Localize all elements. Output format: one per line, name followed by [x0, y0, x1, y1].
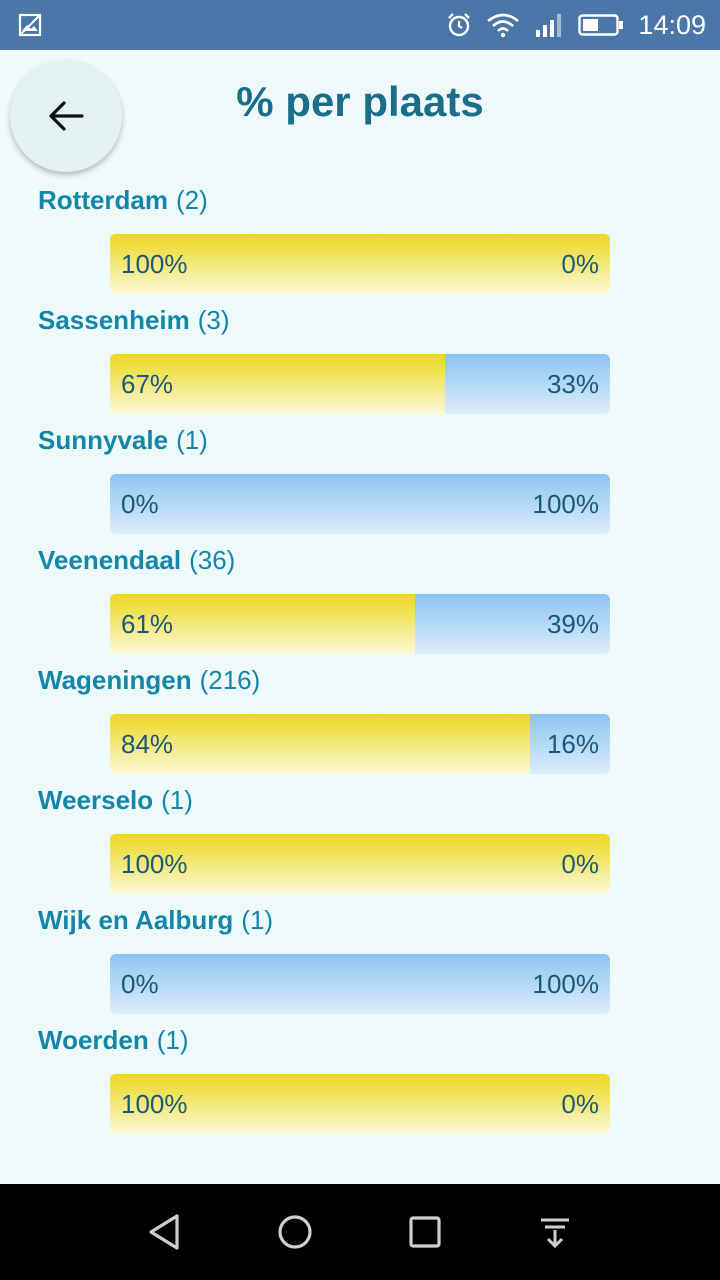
percentage-bar: 100% 0%: [110, 234, 610, 294]
place-list[interactable]: 100% 0% Rotterdam(2) 100% 0% Sassenheim(3) 67%…: [0, 182, 720, 1184]
status-bar: 14:09: [0, 0, 720, 50]
place-count: (36): [189, 545, 236, 575]
home-circle-icon: [278, 1215, 312, 1249]
image-icon: [18, 13, 42, 37]
back-triangle-icon: [149, 1214, 179, 1250]
list-item: Weerselo (1) 100% 0%: [0, 779, 720, 899]
place-label: Veenendaal (36): [38, 545, 235, 576]
alarm-icon: [448, 13, 471, 37]
list-item: Sassenheim (3) 67% 33%: [0, 299, 720, 419]
percentage-right: 16%: [546, 728, 599, 759]
place-count: (216): [199, 665, 261, 695]
percentage-bar: 67% 33%: [110, 354, 610, 414]
place-label: Wijk en Aalburg (1): [38, 905, 273, 936]
list-item: Wageningen (216) 84% 16%: [0, 659, 720, 779]
percentage-left: 100%: [121, 1088, 188, 1119]
percentage-right: 0%: [561, 248, 599, 279]
percentage-bar: 100% 0%: [110, 1074, 610, 1134]
list-item: Rotterdam (2) 100% 0%: [0, 182, 720, 299]
percentage-right: 100%: [532, 488, 600, 519]
percentage-left: 67%: [121, 368, 174, 399]
recents-square-icon: [409, 1216, 441, 1248]
status-time: 14:09: [638, 9, 706, 40]
signal-icon: [536, 14, 562, 37]
percentage-left: 84%: [121, 728, 174, 759]
wifi-icon: [487, 13, 520, 38]
percentage-right: 39%: [546, 608, 599, 639]
nav-home-button[interactable]: [265, 1202, 325, 1262]
place-label: Weerselo (1): [38, 785, 193, 816]
percentage-right: 100%: [532, 968, 600, 999]
place-name: Veenendaal: [38, 545, 182, 575]
place-label: Rotterdam (2): [38, 185, 208, 216]
percentage-left: 0%: [121, 488, 159, 519]
percentage-left: 0%: [121, 968, 159, 999]
battery-icon: [578, 14, 624, 36]
place-count: (2): [176, 185, 208, 215]
place-name: Sunnyvale: [38, 425, 169, 455]
percentage-right: 0%: [561, 848, 599, 879]
place-name: Wijk en Aalburg: [38, 905, 234, 935]
nav-recents-button[interactable]: [395, 1202, 455, 1262]
percentage-bar: 100% 0%: [110, 834, 610, 894]
percentage-bar: 0% 100%: [110, 954, 610, 1014]
place-name: Weerselo: [38, 785, 154, 815]
place-label: Wageningen (216): [38, 665, 260, 696]
percentage-left: 100%: [121, 848, 188, 879]
place-name: Wageningen: [38, 665, 192, 695]
nav-back-button[interactable]: [135, 1202, 195, 1262]
place-name: Woerden: [38, 1025, 149, 1055]
percentage-left: 61%: [121, 608, 174, 639]
arrow-left-icon: [49, 101, 84, 131]
place-count: (1): [241, 905, 274, 935]
notifications-pull-icon: [541, 1218, 569, 1249]
list-item: Sunnyvale (1) 0% 100%: [0, 419, 720, 539]
back-button[interactable]: [10, 60, 122, 172]
place-count: (1): [156, 1025, 189, 1055]
place-count: (1): [161, 785, 193, 815]
percentage-bar: 0% 100%: [110, 474, 610, 534]
percentage-right: 0%: [561, 1088, 599, 1119]
system-nav-bar: [0, 1184, 720, 1280]
percentage-bar: 61% 39%: [110, 594, 610, 654]
percentage-left: 100%: [121, 248, 188, 279]
place-count: (1): [176, 425, 208, 455]
percentage-right: 33%: [546, 368, 599, 399]
list-item: Woerden (1) 100% 0%: [0, 1019, 720, 1139]
place-label: Sunnyvale (1): [38, 425, 208, 456]
nav-notifications-button[interactable]: [525, 1202, 585, 1262]
place-label: Sassenheim (3): [38, 305, 230, 336]
list-item: Veenendaal (36) 61% 39%: [0, 539, 720, 659]
list-item: Wijk en Aalburg (1) 0% 100%: [0, 899, 720, 1019]
place-name: Rotterdam: [38, 185, 169, 215]
place-count: (3): [197, 305, 230, 335]
place-label: Woerden (1): [38, 1025, 189, 1056]
place-name: Sassenheim: [38, 305, 190, 335]
percentage-bar: 84% 16%: [110, 714, 610, 774]
